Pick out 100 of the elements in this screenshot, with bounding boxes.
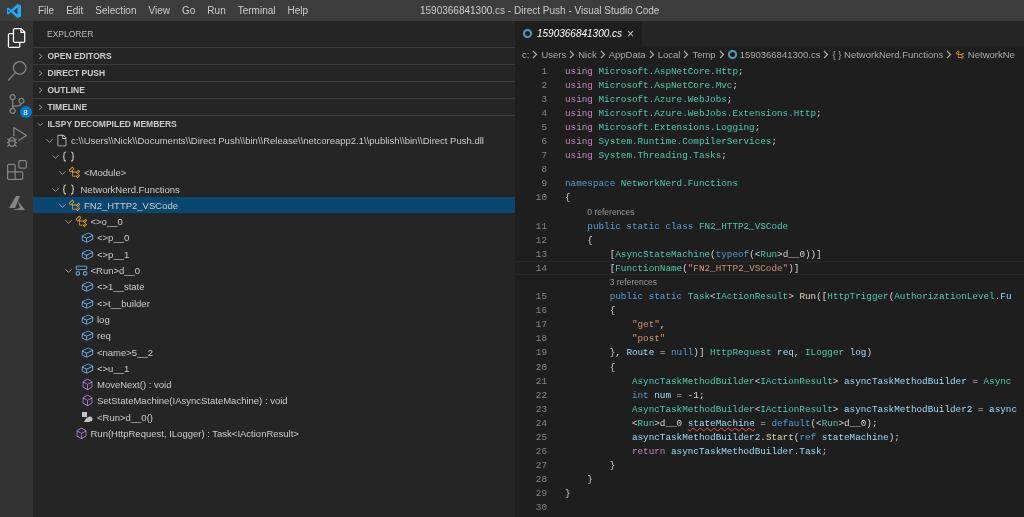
code-line: [FunctionName("FN2_HTTP2_VSCode")] [608,262,800,274]
tree-item[interactable]: Run(HttpRequest, ILogger) : Task<IActionResult> [33,425,515,442]
tree-item[interactable]: <>1__state [33,278,515,295]
line-number: 7 [540,150,547,162]
line-number: 1 [540,65,547,77]
tree-item[interactable]: c:\\Users\\Nick\\Documents\\Direct Push\\bin\\Release\\netcoreapp2.1\\publish\\bin\\Direct Push.dll [33,132,515,149]
line-number: 14 [534,262,547,274]
tree-item[interactable]: <>o__0 [33,213,515,230]
section-header[interactable]: ILSPY DECOMPILED MEMBERS [33,115,515,132]
code-line: public static Task<IActionResult> Run([HttpTrigger(AuthorizationLevel.Fu [608,291,1012,303]
chevron-right-icon [532,50,539,59]
class-icon [68,198,81,212]
code-line: using System.Runtime.CompilerServices; [565,136,778,147]
code-line: { [608,305,616,317]
section-title: OUTLINE [47,85,85,95]
code-line: { [586,234,593,246]
line-number: 27 [534,460,547,472]
code-line: namespace NetworkNerd.Functions [565,178,738,190]
tree-item[interactable]: <Run>d__0 [33,262,515,279]
tree-item[interactable]: <>p__1 [33,246,515,263]
search-icon[interactable] [6,61,27,81]
field-icon [81,280,94,294]
breadcrumb-item[interactable]: Temp [692,49,716,60]
extensions-icon[interactable] [6,160,27,180]
tree-item[interactable]: <name>5__2 [33,343,515,361]
chevron-right-icon [946,50,953,59]
section-header[interactable]: TIMELINE [33,98,515,115]
files-icon[interactable] [6,28,27,48]
code-lens[interactable]: 3 references [609,277,657,288]
line-number: 16 [534,305,547,317]
line-number: 11 [534,220,547,232]
class-icon [955,49,965,60]
breadcrumb-item[interactable]: Local [657,49,681,60]
code-lens[interactable]: 0 references [587,207,635,217]
braces-icon [61,183,75,195]
count-badge: 8 [19,106,32,118]
menu-item[interactable]: View [142,0,176,21]
code-line: return asyncTaskMethodBuilder.Task; [630,446,828,458]
menu-item[interactable]: Edit [60,0,90,21]
tree-item[interactable]: <>t__builder [33,294,515,312]
code-line: "get", [630,319,666,331]
file-icon [55,133,68,147]
tree-item[interactable]: req [33,327,515,344]
breadcrumb-item[interactable]: Nick [578,49,597,60]
code-line: using Microsoft.Extensions.Logging; [565,121,761,133]
tree-item[interactable]: MoveNext() : void [33,376,515,393]
field-icon [81,231,94,245]
method-icon [81,378,94,392]
azure-icon[interactable] [8,196,25,210]
breadcrumb-item[interactable]: { } NetworkNerd.Functions [832,49,944,60]
line-number: 13 [534,248,547,260]
section-title: ILSPY DECOMPILED MEMBERS [47,119,177,129]
csharp-file-icon [523,29,532,38]
tree-item[interactable]: log [33,311,515,328]
code-line: } [608,460,616,472]
section-header[interactable]: OUTLINE [33,81,515,98]
breadcrumb-item[interactable]: Users [541,49,567,60]
tree-item[interactable]: FN2_HTTP2_VSCode [33,197,515,214]
code-line: [AsyncStateMachine(typeof(<Run>d__0))] [608,248,822,260]
line-number: 25 [534,432,547,443]
menu-item[interactable]: Help [281,0,315,21]
breadcrumb-item[interactable]: c: [522,49,530,60]
line-number: 21 [534,375,547,387]
csharp-file-icon [727,50,737,59]
menu-item[interactable]: Selection [89,0,143,21]
close-icon[interactable]: × [627,26,635,41]
window-title: 1590366841300.cs - Direct Push - Visual Studio Code [420,4,660,18]
code-line: <Run>d__0 stateMachine = default(<Run>d__0); [630,417,878,429]
line-number: 19 [534,347,547,359]
breadcrumb-item[interactable]: 1590366841300.cs [739,49,821,60]
line-number: 29 [534,488,547,500]
chevron-right-icon [599,50,606,59]
section-header[interactable]: OPEN EDITORS [33,47,515,64]
run-debug-icon[interactable] [6,127,27,147]
tree-item[interactable]: <>u__1 [33,360,515,377]
line-number: 3 [540,93,547,105]
menu-item[interactable]: Terminal [231,0,282,21]
code-line: AsyncTaskMethodBuilder<IActionResult> asyncTaskMethodBuilder = Async [630,375,1012,387]
menu-item[interactable]: File [32,0,61,21]
field-icon [81,345,94,359]
tree-item[interactable]: <Module> [33,164,515,181]
menu-item[interactable]: Go [176,0,202,21]
code-line: "post" [630,333,666,345]
line-number: 18 [534,333,547,345]
tree-item[interactable]: <>p__0 [33,229,515,247]
code-line: } [565,488,571,500]
breadcrumb-item[interactable]: AppData [608,49,646,60]
section-header[interactable]: DIRECT PUSH [33,64,515,81]
tree-item[interactable]: SetStateMachine(IAsyncStateMachine) : void [33,392,515,410]
code-line: } [586,474,593,486]
breadcrumb-item[interactable]: NetworkNe [967,49,1015,60]
shapes-icon [81,411,93,424]
code-line: using Microsoft.AspNetCore.Mvc; [565,79,738,91]
editor-tab[interactable]: 1590366841300.cs × [515,21,643,46]
code-line: public static class FN2_HTTP2_VSCode [586,220,789,232]
line-number: 28 [534,474,547,486]
tree-item[interactable]: <Run>d__0() [33,409,515,426]
tree-item[interactable]: NetworkNerd.Functions [33,180,515,198]
structure-icon [74,264,88,277]
menu-item[interactable]: Run [201,0,232,21]
